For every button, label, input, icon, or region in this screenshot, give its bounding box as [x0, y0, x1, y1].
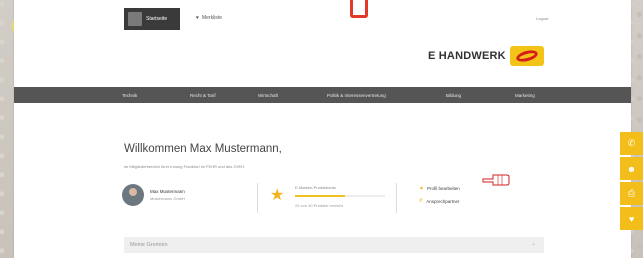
- side-widget: ✆ ☻ ⎙ ♥: [620, 132, 643, 232]
- heart-icon[interactable]: ♥: [620, 207, 643, 230]
- nav-item-wirtschaft[interactable]: Wirtschaft: [258, 93, 278, 98]
- gremien-label: Meine Gremien: [130, 242, 168, 248]
- profile-company: Mustermann GmbH: [150, 196, 185, 201]
- tab-startseite[interactable]: Startseite: [124, 8, 180, 30]
- tab-merkliste[interactable]: ♥ Merkliste: [196, 15, 222, 21]
- phone-icon[interactable]: ✆: [620, 132, 643, 155]
- gremien-accordion[interactable]: Meine Gremien ⌄: [124, 237, 544, 253]
- ehandwerk-logo[interactable]: E HANDWERK: [428, 46, 544, 66]
- logo-text: E HANDWERK: [428, 50, 506, 62]
- contact-person-link[interactable]: ✆ Ansprechpartner: [419, 198, 459, 204]
- star-icon: ★: [270, 187, 285, 204]
- nav-item-marketing[interactable]: Marketing: [515, 93, 535, 98]
- nav-item-politik[interactable]: Politik & Interessenvertretung: [327, 93, 386, 98]
- logo-mark-icon: [509, 46, 544, 66]
- heart-icon: ♥: [196, 15, 199, 21]
- user-icon[interactable]: ☻: [620, 157, 643, 180]
- points-title[interactable]: E-Marken-Punktekonto: [295, 185, 336, 190]
- tab-merkliste-label: Merkliste: [201, 15, 222, 21]
- profile-card: Max Mustermann Mustermann GmbH: [122, 184, 185, 206]
- points-status: 22 von 40 Punkten erreicht: [295, 203, 343, 208]
- tab-startseite-label: Startseite: [146, 16, 168, 22]
- divider: [257, 183, 258, 213]
- nav-item-bildung[interactable]: Bildung: [446, 93, 461, 98]
- welcome-subtext: im Mitgliederbereich Ihrer Innung Frankf…: [124, 164, 246, 169]
- points-progress-bar: [295, 195, 385, 197]
- pointing-hand-icon: [482, 174, 510, 186]
- printer-icon[interactable]: ⎙: [620, 182, 643, 205]
- nav-item-recht[interactable]: Recht & Tarif: [190, 93, 216, 98]
- divider: [396, 183, 397, 213]
- nav-item-technik[interactable]: Technik: [122, 93, 137, 98]
- chevron-down-icon: ⌄: [530, 241, 536, 247]
- avatar: [128, 12, 142, 26]
- edit-profile-label: Profil bearbeiten: [426, 185, 460, 191]
- webpage: Startseite ♥ Merkliste Logout E HANDWERK…: [14, 0, 631, 258]
- top-bar: Startseite ♥ Merkliste Logout: [14, 8, 631, 30]
- phone-icon: ✆: [419, 198, 424, 204]
- welcome-heading: Willkommen Max Mustermann,: [124, 143, 282, 155]
- profile-photo: [122, 184, 144, 206]
- contact-person-label: Ansprechpartner: [426, 198, 460, 204]
- user-icon: ▲: [419, 185, 424, 191]
- edit-profile-link[interactable]: ▲ Profil bearbeiten: [419, 185, 460, 191]
- logout-link[interactable]: Logout: [536, 16, 548, 21]
- points-progress-fill: [295, 195, 345, 197]
- main-nav: Technik Recht & Tarif Wirtschaft Politik…: [14, 87, 631, 103]
- profile-name: Max Mustermann: [150, 189, 185, 194]
